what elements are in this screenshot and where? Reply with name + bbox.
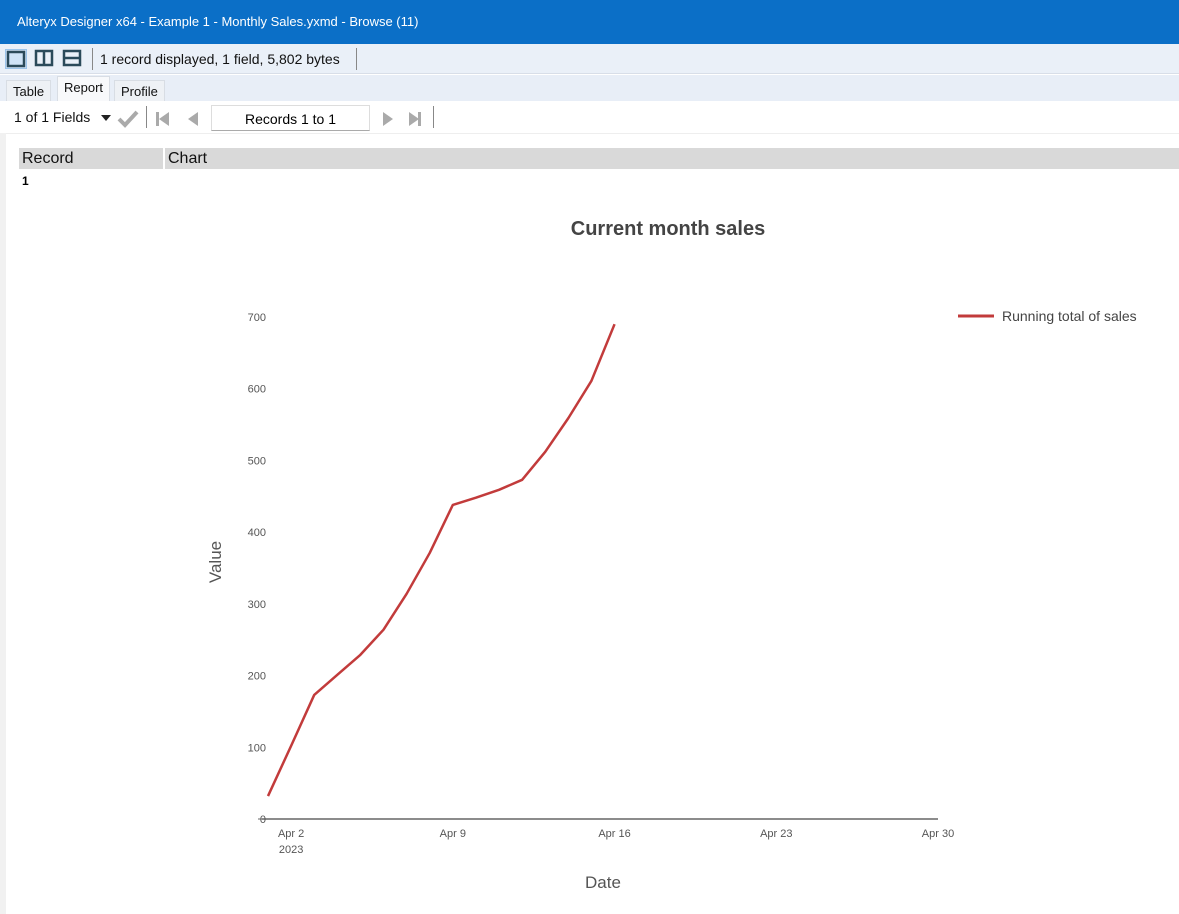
y-tick-label: 0 (260, 814, 266, 826)
y-axis-label: Value (206, 541, 225, 583)
line-chart: Current month sales Date Value 0 100 200 30… (206, 218, 1137, 892)
x-tick-sublabel: 2023 (279, 844, 303, 856)
y-tick-label: 700 (248, 312, 266, 324)
x-tick-label: Apr 16 (598, 828, 630, 840)
y-tick-label: 200 (248, 671, 266, 683)
x-tick-label: Apr 23 (760, 828, 792, 840)
y-tick-label: 400 (248, 527, 266, 539)
legend-label: Running total of sales (1002, 308, 1137, 324)
y-tick-label: 100 (248, 742, 266, 754)
x-tick-label: Apr 30 (922, 828, 954, 840)
y-tick-label: 300 (248, 599, 266, 611)
y-tick-label: 500 (248, 455, 266, 467)
x-tick-label: Apr 2 (278, 828, 304, 840)
chart-title: Current month sales (571, 218, 765, 240)
series-line (266, 323, 616, 797)
x-axis-label: Date (585, 873, 621, 892)
x-tick-label: Apr 9 (440, 828, 466, 840)
y-tick-label: 600 (248, 384, 266, 396)
